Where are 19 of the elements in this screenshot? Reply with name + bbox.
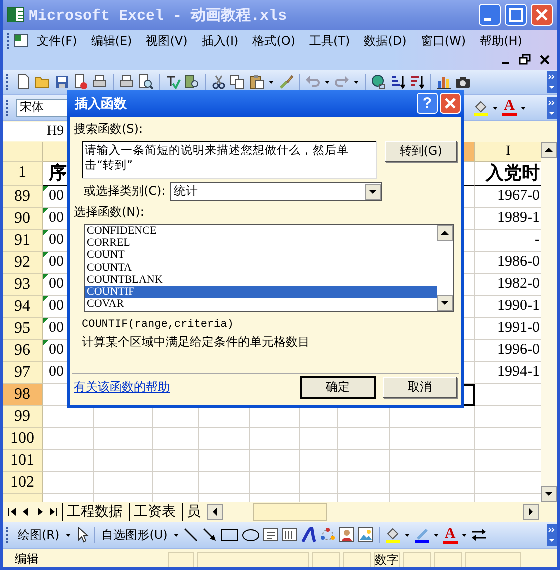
cell-text: 00 bbox=[48, 254, 64, 270]
category-label: 或选择类别(C): bbox=[84, 183, 166, 200]
window-title: Microsoft Excel - 动画教程.xls bbox=[29, 6, 288, 24]
cell-text: 00 bbox=[48, 320, 64, 336]
cell-text: 00 bbox=[48, 298, 64, 314]
dialog-title: 插入函数 bbox=[75, 96, 128, 112]
status-text: 编辑 bbox=[15, 551, 40, 567]
cell-text: 00 bbox=[48, 210, 64, 226]
cell-text: 00 bbox=[48, 232, 64, 248]
cell-text: 00 bbox=[48, 364, 64, 380]
function-signature: COUNTIF(range,criteria) bbox=[81, 319, 235, 331]
cell-text: 00 bbox=[48, 188, 64, 204]
dropdown-value: 统计 bbox=[174, 183, 198, 200]
cell-text: 序 bbox=[48, 163, 67, 183]
cell-text: 00 bbox=[48, 276, 64, 292]
cell-text: 00 bbox=[48, 342, 64, 358]
function-label: 选择函数(N): bbox=[74, 204, 146, 221]
function-description: 计算某个区域中满足给定条件的单元格数目 bbox=[81, 334, 311, 351]
status-panel: 数字 bbox=[374, 552, 400, 567]
